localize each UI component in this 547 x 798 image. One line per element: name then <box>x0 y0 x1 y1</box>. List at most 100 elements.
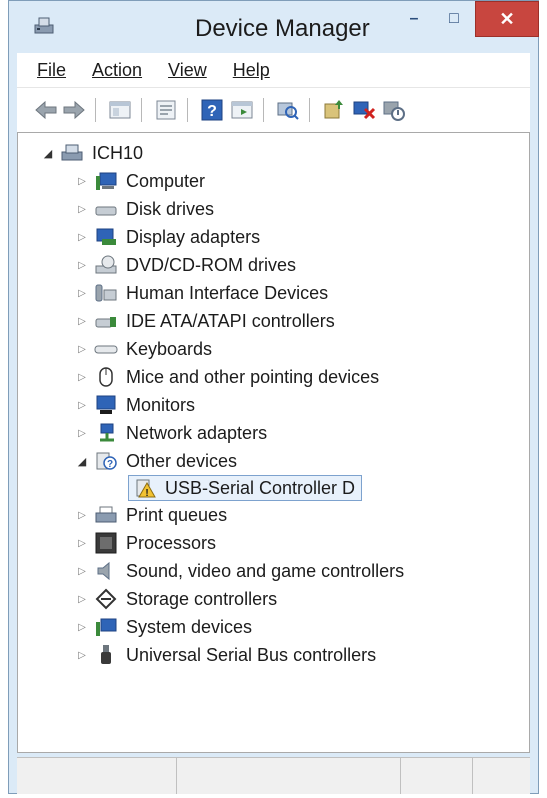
device-manager-window: Device Manager – □ ✕ File Action View He… <box>8 0 539 794</box>
display-adapter-icon <box>96 228 116 245</box>
minimize-icon: – <box>409 10 419 27</box>
toolbar-separator <box>95 98 96 122</box>
tree-item-mice[interactable]: ▷ Mice and other pointing devices <box>74 364 379 390</box>
forward-icon[interactable] <box>61 97 87 123</box>
expand-arrow-icon[interactable]: ▷ <box>74 566 90 577</box>
expand-arrow-icon[interactable]: ▷ <box>74 232 90 243</box>
collapse-arrow-icon[interactable]: ◢ <box>40 147 56 160</box>
tree-item-monitors[interactable]: ▷ Monitors <box>74 392 195 418</box>
keyboard-icon <box>94 345 118 354</box>
tree-item-sound-video-game[interactable]: ▷ Sound, video and game controllers <box>74 558 404 584</box>
tree-item-storage-controllers[interactable]: ▷ Storage controllers <box>74 586 277 612</box>
toolbar: ? <box>17 87 530 133</box>
tree-item-label: USB-Serial Controller D <box>165 477 356 498</box>
expand-arrow-icon[interactable]: ▷ <box>74 344 90 355</box>
expand-arrow-icon[interactable]: ▷ <box>74 372 90 383</box>
svg-text:?: ? <box>207 103 217 120</box>
expand-arrow-icon[interactable]: ▷ <box>74 594 90 605</box>
expand-arrow-icon[interactable]: ▷ <box>74 204 90 215</box>
warning-device-icon: ! <box>136 479 156 499</box>
disk-drive-icon <box>95 206 117 216</box>
collapse-arrow-icon[interactable]: ◢ <box>74 455 90 468</box>
update-driver-icon[interactable] <box>321 97 347 123</box>
status-cell <box>17 758 177 794</box>
device-tree[interactable]: ◢ ICH10 ▷ Computer ▷ Disk drives ▷ Displ… <box>17 132 530 753</box>
tree-item-ide-controllers[interactable]: ▷ IDE ATA/ATAPI controllers <box>74 308 335 334</box>
expand-arrow-icon[interactable]: ▷ <box>74 400 90 411</box>
tree-item-label: Storage controllers <box>126 588 278 609</box>
tree-item-label: DVD/CD-ROM drives <box>126 254 297 275</box>
tree-item-label: Network adapters <box>126 422 268 443</box>
expand-arrow-icon[interactable]: ▷ <box>74 176 90 187</box>
action-pane-icon[interactable] <box>229 97 255 123</box>
tree-root-label: ICH10 <box>92 142 144 163</box>
tree-item-keyboards[interactable]: ▷ Keyboards <box>74 336 212 362</box>
other-devices-icon: ? <box>96 452 117 470</box>
show-hide-console-tree-icon[interactable] <box>107 97 133 123</box>
maximize-icon: □ <box>449 10 459 27</box>
menu-action[interactable]: Action <box>92 60 142 81</box>
menu-view[interactable]: View <box>168 60 207 81</box>
tree-item-usb-controllers[interactable]: ▷ Universal Serial Bus controllers <box>74 642 376 668</box>
title-bar[interactable]: Device Manager – □ ✕ <box>9 1 539 53</box>
expand-arrow-icon[interactable]: ▷ <box>74 510 90 521</box>
tree-item-label: IDE ATA/ATAPI controllers <box>126 310 335 331</box>
tree-item-hid[interactable]: ▷ Human Interface Devices <box>74 280 328 306</box>
svg-text:!: ! <box>145 488 148 499</box>
tree-item-label: Human Interface Devices <box>126 282 329 303</box>
tree-item-network-adapters[interactable]: ▷ Network adapters <box>74 420 267 446</box>
computer-root-icon <box>61 144 83 161</box>
menu-help[interactable]: Help <box>233 60 270 81</box>
tree-item-label: Print queues <box>126 504 228 525</box>
window-title: Device Manager <box>195 15 370 42</box>
tree-item-label: Other devices <box>126 450 238 471</box>
help-icon[interactable]: ? <box>199 97 225 123</box>
tree-item-disk-drives[interactable]: ▷ Disk drives <box>74 196 214 222</box>
tree-item-label: Mice and other pointing devices <box>126 366 380 387</box>
menu-view-label: View <box>168 59 207 80</box>
tree-item-usb-serial-controller[interactable]: ! USB-Serial Controller D <box>128 475 363 501</box>
expand-arrow-icon[interactable]: ▷ <box>74 622 90 633</box>
expand-arrow-icon[interactable]: ▷ <box>74 316 90 327</box>
menu-bar: File Action View Help <box>17 53 530 87</box>
tree-item-other-devices[interactable]: ◢ ? Other devices <box>74 448 237 474</box>
expand-arrow-icon[interactable]: ▷ <box>74 428 90 439</box>
dvd-drive-icon <box>95 255 117 274</box>
tree-item-label: Keyboards <box>126 338 213 359</box>
tree-item-processors[interactable]: ▷ Processors <box>74 530 216 556</box>
status-bar <box>17 757 530 794</box>
processor-icon <box>95 532 117 554</box>
hid-icon <box>95 284 117 302</box>
status-cell <box>177 758 401 794</box>
toolbar-separator <box>187 98 188 122</box>
tree-item-label: Processors <box>126 532 217 553</box>
tree-item-print-queues[interactable]: ▷ Print queues <box>74 502 227 528</box>
device-manager-app-icon <box>34 17 54 34</box>
disable-device-icon[interactable] <box>381 97 407 123</box>
back-icon[interactable] <box>33 97 59 123</box>
menu-help-label: Help <box>232 59 270 80</box>
menu-action-label: Action <box>92 59 143 80</box>
maximize-button[interactable]: □ <box>435 1 473 37</box>
speaker-icon <box>97 561 110 581</box>
expand-arrow-icon[interactable]: ▷ <box>74 650 90 661</box>
close-icon: ✕ <box>499 8 515 29</box>
uninstall-device-icon[interactable] <box>351 97 377 123</box>
tree-item-label: Monitors <box>126 394 196 415</box>
monitor-icon <box>96 395 116 414</box>
menu-file[interactable]: File <box>37 60 66 81</box>
scan-hardware-changes-icon[interactable] <box>275 97 301 123</box>
tree-root-node[interactable]: ◢ ICH10 <box>40 140 143 166</box>
expand-arrow-icon[interactable]: ▷ <box>74 538 90 549</box>
minimize-button[interactable]: – <box>395 1 433 37</box>
close-button[interactable]: ✕ <box>475 1 539 37</box>
tree-item-display-adapters[interactable]: ▷ Display adapters <box>74 224 260 250</box>
tree-item-dvd-drives[interactable]: ▷ DVD/CD-ROM drives <box>74 252 296 278</box>
expand-arrow-icon[interactable]: ▷ <box>74 260 90 271</box>
properties-icon[interactable] <box>153 97 179 123</box>
tree-item-system-devices[interactable]: ▷ System devices <box>74 614 252 640</box>
tree-item-computer[interactable]: ▷ Computer <box>74 168 205 194</box>
usb-icon <box>101 645 111 664</box>
computer-icon <box>96 172 117 190</box>
expand-arrow-icon[interactable]: ▷ <box>74 288 90 299</box>
